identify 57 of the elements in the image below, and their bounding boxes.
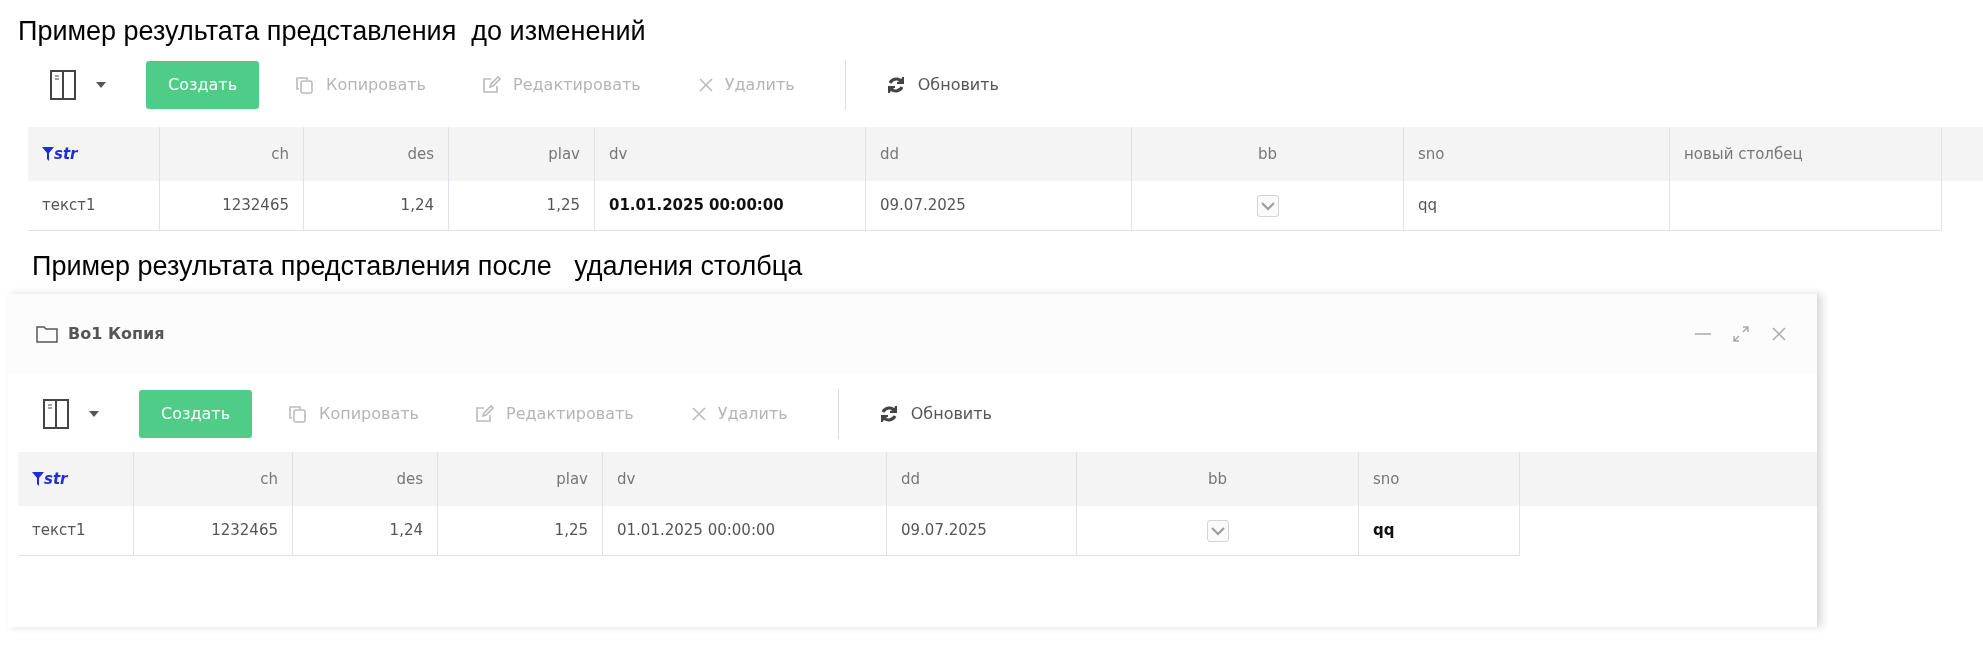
column-header[interactable]: str bbox=[18, 452, 134, 506]
table-cell-text: 09.07.2025 bbox=[880, 195, 966, 217]
table-cell-text: qq bbox=[1373, 520, 1395, 542]
caret-icon bbox=[89, 411, 99, 417]
table-cell-text: 01.01.2025 00:00:00 bbox=[609, 195, 784, 217]
column-header[interactable]: bb bbox=[1132, 127, 1404, 181]
caption: Пример результата представления после удаления столбца bbox=[31, 250, 804, 283]
heading: Пример результата представления до изменений bbox=[17, 15, 647, 48]
column-header[interactable]: str bbox=[28, 127, 160, 181]
layout-dropdown[interactable] bbox=[43, 399, 99, 429]
table-cell-text: 1232465 bbox=[211, 520, 278, 542]
column-header[interactable]: ch bbox=[160, 127, 304, 181]
check-icon bbox=[1260, 200, 1275, 211]
table-cell-text: 1,24 bbox=[400, 195, 434, 217]
copy-icon bbox=[287, 404, 308, 424]
table-cell-text: 1,25 bbox=[554, 520, 588, 542]
refresh-icon bbox=[885, 75, 906, 95]
table-cell-text: 1,24 bbox=[389, 520, 423, 542]
header-background bbox=[1942, 127, 1983, 181]
column-header[interactable]: новый столбец bbox=[1670, 127, 1942, 181]
folder-icon bbox=[36, 325, 58, 343]
pencil-icon bbox=[481, 75, 502, 95]
table-cell-text: 1,25 bbox=[546, 195, 580, 217]
column-header[interactable]: sno bbox=[1404, 127, 1670, 181]
table-cell-text: текст1 bbox=[42, 195, 96, 217]
close-icon bbox=[691, 407, 706, 421]
column-header[interactable]: sno bbox=[1359, 452, 1520, 506]
refresh-icon bbox=[878, 404, 899, 424]
window-title: Во1 Копия bbox=[68, 323, 165, 345]
table-cell-text: 1232465 bbox=[222, 195, 289, 217]
copy-icon bbox=[294, 75, 315, 95]
checkbox[interactable] bbox=[1206, 519, 1229, 542]
column-header[interactable]: dv bbox=[595, 127, 866, 181]
refresh-button[interactable]: Обновить bbox=[885, 73, 999, 97]
table-cell-text: 01.01.2025 00:00:00 bbox=[617, 520, 776, 542]
column-header[interactable]: plav bbox=[449, 127, 595, 181]
column-header[interactable]: plav bbox=[438, 452, 603, 506]
column-header[interactable]: bb bbox=[1077, 452, 1359, 506]
pencil-icon bbox=[474, 404, 495, 424]
column-header[interactable]: des bbox=[293, 452, 438, 506]
column-header[interactable]: des bbox=[304, 127, 449, 181]
column-header[interactable]: ch bbox=[134, 452, 293, 506]
close-icon bbox=[698, 78, 713, 92]
caret-icon bbox=[96, 82, 106, 88]
column-header[interactable]: dd bbox=[887, 452, 1077, 506]
maximize-icon[interactable] bbox=[1731, 324, 1751, 344]
filter-icon bbox=[32, 472, 44, 486]
table-cell-text: 09.07.2025 bbox=[901, 520, 987, 542]
checkbox[interactable] bbox=[1256, 194, 1279, 217]
table-cell-text: qq bbox=[1418, 195, 1438, 217]
refresh-button[interactable]: Обновить bbox=[878, 402, 992, 426]
table-cell-text: текст1 bbox=[32, 520, 86, 542]
column-header[interactable]: dv bbox=[603, 452, 887, 506]
column-header[interactable]: dd bbox=[866, 127, 1132, 181]
check-icon bbox=[1210, 525, 1225, 536]
filter-icon bbox=[42, 147, 54, 161]
layout-dropdown[interactable] bbox=[50, 70, 106, 100]
